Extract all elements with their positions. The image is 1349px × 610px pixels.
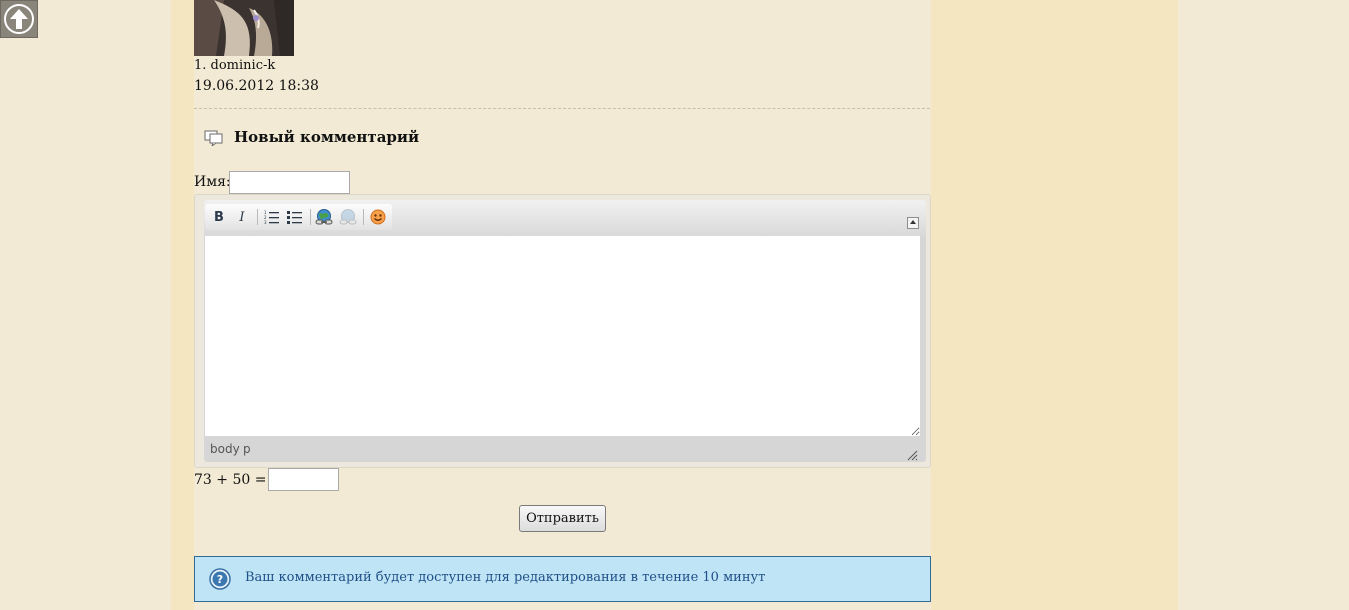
resize-grip-icon[interactable] [906, 446, 918, 465]
unlink-button[interactable] [337, 206, 359, 228]
notice-text: Ваш комментарий будет доступен для редак… [245, 570, 766, 585]
divider [194, 108, 930, 109]
name-label: Имя: [194, 174, 231, 190]
captcha-input[interactable] [268, 468, 339, 491]
unordered-list-button[interactable] [284, 206, 306, 228]
comment-date: 19.06.2012 18:38 [194, 78, 319, 94]
ordered-list-button[interactable]: 1 2 3 [261, 206, 283, 228]
submit-button[interactable]: Отправить [519, 505, 606, 532]
element-path-p[interactable]: p [243, 442, 251, 456]
italic-icon: I [239, 209, 245, 225]
help-icon: ? [209, 568, 231, 594]
emoticons-button[interactable] [367, 206, 389, 228]
link-button[interactable] [313, 206, 335, 228]
toolbar-separator [363, 209, 364, 225]
unlink-icon [339, 209, 357, 225]
toolbar-separator [310, 209, 311, 225]
name-input[interactable] [229, 171, 350, 194]
left-column-strip [171, 0, 194, 610]
svg-text:3: 3 [264, 220, 267, 224]
arrow-up-icon [4, 4, 34, 34]
avatar[interactable] [194, 0, 294, 56]
toolbar-separator [257, 209, 258, 225]
unordered-list-icon [287, 211, 302, 224]
toolbar-collapse-button[interactable] [907, 217, 919, 229]
scroll-to-top-button[interactable] [0, 0, 38, 38]
bold-icon: B [214, 209, 224, 225]
comment-text-area[interactable] [205, 236, 920, 436]
italic-button[interactable]: I [231, 206, 253, 228]
ordered-list-icon: 1 2 3 [264, 210, 279, 224]
link-icon [315, 209, 333, 225]
bold-button[interactable]: B [208, 206, 230, 228]
new-comment-title: Новый комментарий [234, 128, 420, 146]
smiley-icon [370, 209, 386, 225]
comment-author[interactable]: 1. dominic-k [194, 58, 275, 73]
svg-text:?: ? [217, 573, 223, 586]
right-sidebar [931, 0, 1178, 610]
comments-icon [204, 128, 224, 150]
element-path-body[interactable]: body [210, 442, 240, 456]
